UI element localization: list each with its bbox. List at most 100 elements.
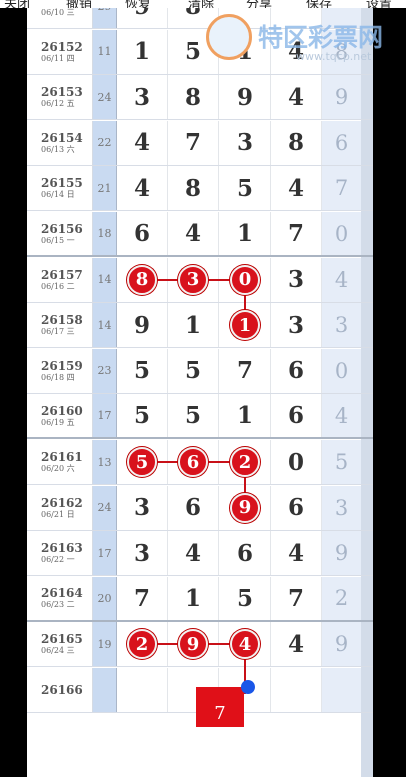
digit-cell[interactable]: 6 — [220, 531, 271, 576]
marked-digit-ball[interactable]: 6 — [178, 447, 208, 477]
digit-cell[interactable]: 7 — [271, 212, 322, 255]
digit-cell[interactable]: 1 — [117, 29, 168, 74]
digit-cell[interactable]: 0 — [271, 440, 322, 484]
period-cell: 26158 06/17 三 — [27, 303, 93, 348]
marked-digit-ball[interactable]: 8 — [127, 264, 157, 295]
period-number: 26159 — [41, 358, 83, 373]
digit-cell[interactable]: 3 — [117, 531, 168, 576]
digit-cell[interactable]: 6 — [117, 212, 168, 255]
digit-cell[interactable]: 5 — [220, 576, 271, 620]
tail-cell: 5 — [322, 440, 361, 484]
tail-cell: 2 — [322, 576, 361, 620]
period-number: 26164 — [41, 586, 83, 601]
digit-cell[interactable] — [271, 668, 322, 712]
digit-cell[interactable]: 5 — [220, 166, 271, 211]
digit-cell[interactable]: 3 — [117, 485, 168, 530]
digit-cell[interactable]: 9 — [220, 75, 271, 120]
digit-cell[interactable]: 6 — [168, 485, 219, 530]
period-number: 26165 — [41, 632, 83, 647]
digit-cell[interactable]: 4 — [117, 166, 168, 211]
digit-cell[interactable]: 1 — [220, 394, 271, 438]
table-row: 26164 06/23 二 20 7 1 5 7 2 — [27, 576, 373, 622]
toolbar-redo-button[interactable]: 恢复 — [125, 0, 151, 8]
marked-digit-ball[interactable]: 9 — [230, 492, 260, 523]
toolbar-settings-button[interactable]: 设置 — [366, 0, 392, 8]
toolbar-clear-button[interactable]: 清除 — [188, 0, 214, 8]
digit-cell[interactable]: 3 — [220, 120, 271, 165]
digit-cell[interactable]: 7 — [271, 576, 322, 620]
sum-cell: 29 — [93, 8, 117, 28]
sum-cell: 13 — [93, 440, 117, 484]
period-cell: 2615106/10 三 — [27, 8, 93, 28]
sum-cell: 24 — [93, 75, 117, 120]
toolbar-undo-button[interactable]: 撤销 — [66, 0, 92, 8]
tail-cell: 4 — [322, 394, 361, 438]
digit-cell[interactable]: 6 — [271, 348, 322, 393]
digit-cell[interactable]: 6 — [271, 485, 322, 530]
sum-cell: 22 — [93, 120, 117, 165]
digit-cell[interactable]: 6 — [271, 394, 322, 438]
digit-cell[interactable]: 5 — [168, 348, 219, 393]
tail-cell: 0 — [322, 212, 361, 255]
tail-cell: 9 — [322, 622, 361, 667]
toolbar-share-button[interactable]: 分享 — [246, 0, 272, 8]
marked-digit-ball[interactable]: 5 — [127, 447, 157, 477]
digit-cell[interactable]: 8 — [271, 120, 322, 165]
period-date: 06/24 三 — [41, 646, 75, 656]
digit-cell[interactable]: 1 — [220, 212, 271, 255]
digit-cell[interactable]: 4 — [271, 166, 322, 211]
trend-chart-panel[interactable]: 2615106/10 三29982615206/11 四111514826153… — [27, 8, 373, 777]
period-cell: 26159 06/18 四 — [27, 348, 93, 393]
sum-cell: 19 — [93, 622, 117, 667]
marked-digit-ball[interactable]: 3 — [178, 264, 208, 295]
digit-cell[interactable]: 5 — [168, 394, 219, 438]
watermark: 特区彩票网 www.tqcp.net — [206, 14, 396, 66]
digit-cell[interactable]: 4 — [271, 531, 322, 576]
table-row: 26159 06/18 四 23 5 5 7 6 0 — [27, 348, 373, 394]
sum-cell: 11 — [93, 29, 117, 74]
digit-cell[interactable]: 4 — [168, 212, 219, 255]
toolbar-save-button[interactable]: 保存 — [306, 0, 332, 8]
period-cell: 26152 06/11 四 — [27, 29, 93, 74]
digit-cell[interactable]: 7 — [117, 576, 168, 620]
period-number: 26154 — [41, 130, 83, 145]
period-number: 26163 — [41, 541, 83, 556]
marked-digit-ball[interactable]: 2 — [230, 447, 260, 477]
digit-cell[interactable]: 3 — [117, 75, 168, 120]
toolbar-close-button[interactable]: 关闭 — [4, 0, 30, 8]
digit-cell[interactable]: 7 — [168, 120, 219, 165]
digit-cell[interactable]: 3 — [271, 257, 322, 302]
period-number: 26158 — [41, 313, 83, 328]
digit-cell[interactable]: 4 — [271, 75, 322, 120]
marked-digit-ball[interactable]: 1 — [230, 310, 260, 341]
tail-cell: 0 — [322, 348, 361, 393]
tail-cell: 9 — [322, 531, 361, 576]
digit-cell[interactable]: 1 — [168, 576, 219, 620]
table-row: 26154 06/13 六 22 4 7 3 8 6 — [27, 120, 373, 166]
sum-cell: 20 — [93, 576, 117, 620]
digit-cell[interactable]: 4 — [117, 120, 168, 165]
period-date: 06/15 一 — [41, 235, 75, 245]
digit-cell[interactable]: 9 — [117, 8, 168, 28]
digit-cell[interactable]: 3 — [271, 303, 322, 348]
digit-cell[interactable]: 1 — [168, 303, 219, 348]
digit-cell[interactable]: 5 — [117, 348, 168, 393]
prediction-cell[interactable]: 7 — [196, 687, 244, 727]
period-cell: 26164 06/23 二 — [27, 576, 93, 620]
period-cell: 26154 06/13 六 — [27, 120, 93, 165]
marked-digit-ball[interactable]: 0 — [230, 264, 260, 295]
table-row: 26156 06/15 一 18 6 4 1 7 0 — [27, 212, 373, 257]
digit-cell[interactable]: 8 — [168, 75, 219, 120]
digit-cell[interactable]: 7 — [220, 348, 271, 393]
table-row: 26155 06/14 日 21 4 8 5 4 7 — [27, 166, 373, 212]
digit-cell[interactable] — [117, 668, 168, 712]
digit-cell[interactable]: 4 — [168, 531, 219, 576]
drag-handle-icon[interactable] — [241, 680, 255, 694]
sum-cell: 17 — [93, 531, 117, 576]
digit-cell[interactable]: 4 — [271, 622, 322, 667]
digit-cell[interactable]: 5 — [117, 394, 168, 438]
digit-cell[interactable]: 8 — [168, 166, 219, 211]
digit-cell[interactable]: 9 — [117, 303, 168, 348]
period-date: 06/11 四 — [41, 53, 75, 63]
tail-cell: 6 — [322, 120, 361, 165]
